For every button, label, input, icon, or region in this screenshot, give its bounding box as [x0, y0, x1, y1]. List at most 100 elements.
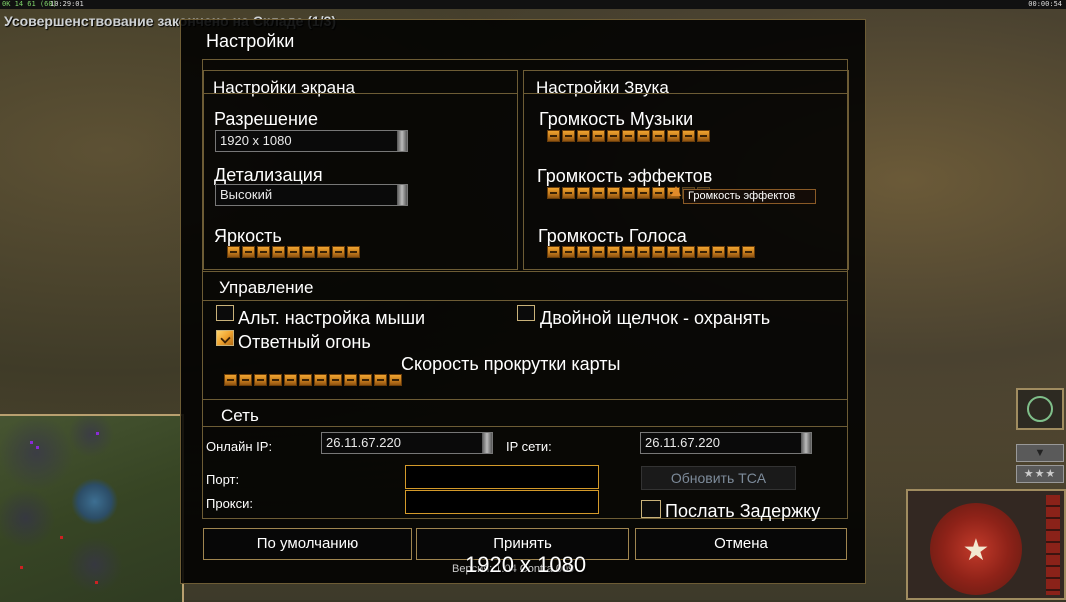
port-input[interactable]: [405, 465, 599, 489]
slider-segment[interactable]: [317, 246, 330, 258]
slider-segment[interactable]: [547, 130, 560, 142]
cursor-icon: [671, 186, 681, 196]
slider-segment[interactable]: [332, 246, 345, 258]
slider-segment[interactable]: [742, 246, 755, 258]
slider-segment[interactable]: [637, 130, 650, 142]
divider: [203, 399, 847, 400]
slider-segment[interactable]: [592, 246, 605, 258]
send-delay-label: Послать Задержку: [665, 501, 821, 521]
slider-segment[interactable]: [712, 246, 725, 258]
detail-dropdown[interactable]: Высокий: [215, 184, 408, 206]
send-delay-checkbox[interactable]: [641, 500, 661, 518]
return-fire-label: Ответный огонь: [238, 332, 371, 352]
slider-segment[interactable]: [562, 130, 575, 142]
slider-segment[interactable]: [239, 374, 252, 386]
minimap[interactable]: [0, 414, 184, 602]
divider: [524, 93, 848, 94]
slider-segment[interactable]: [682, 246, 695, 258]
slider-segment[interactable]: [667, 246, 680, 258]
slider-segment[interactable]: [577, 187, 590, 199]
slider-segment[interactable]: [314, 374, 327, 386]
screen-settings-section: Настройки экрана Разрешение 1920 x 1080 …: [203, 70, 518, 270]
slider-segment[interactable]: [637, 187, 650, 199]
slider-segment[interactable]: [652, 130, 665, 142]
slider-segment[interactable]: [562, 246, 575, 258]
slider-segment[interactable]: [344, 374, 357, 386]
cancel-button[interactable]: Отмена: [635, 528, 847, 560]
dialog-title: Настройки: [206, 31, 295, 51]
slider-segment[interactable]: [682, 130, 695, 142]
slider-segment[interactable]: [562, 187, 575, 199]
slider-segment[interactable]: [254, 374, 267, 386]
lan-ip-dropdown[interactable]: 26.11.67.220: [640, 432, 812, 454]
resolution-dropdown[interactable]: 1920 x 1080: [215, 130, 408, 152]
alt-mouse-checkbox[interactable]: [216, 305, 234, 321]
fps-counter: 0K 14 61 (60): [2, 0, 57, 8]
slider-segment[interactable]: [592, 130, 605, 142]
slider-segment[interactable]: [359, 374, 372, 386]
brightness-label: Яркость: [214, 226, 282, 246]
dropdown-scroll-icon[interactable]: [801, 433, 811, 453]
return-fire-checkbox[interactable]: [216, 330, 234, 346]
settings-content: Настройки экрана Разрешение 1920 x 1080 …: [202, 59, 849, 521]
slider-segment[interactable]: [547, 246, 560, 258]
voice-volume-slider[interactable]: [547, 246, 755, 260]
slider-segment[interactable]: [697, 246, 710, 258]
slider-segment[interactable]: [577, 246, 590, 258]
slider-segment[interactable]: [347, 246, 360, 258]
slider-segment[interactable]: [227, 246, 240, 258]
divider: [203, 426, 847, 427]
slider-segment[interactable]: [622, 130, 635, 142]
game-timer: 00:00:54: [1028, 0, 1062, 8]
slider-segment[interactable]: [697, 130, 710, 142]
slider-segment[interactable]: [607, 187, 620, 199]
slider-segment[interactable]: [637, 246, 650, 258]
slider-segment[interactable]: [652, 187, 665, 199]
collapse-button[interactable]: ▼: [1016, 444, 1064, 462]
slider-segment[interactable]: [622, 187, 635, 199]
slider-segment[interactable]: [242, 246, 255, 258]
slider-segment[interactable]: [577, 130, 590, 142]
dropdown-scroll-icon[interactable]: [482, 433, 492, 453]
slider-segment[interactable]: [592, 187, 605, 199]
slider-segment[interactable]: [284, 374, 297, 386]
defaults-button[interactable]: По умолчанию: [203, 528, 412, 560]
minimap-unit: [95, 581, 98, 584]
slider-segment[interactable]: [389, 374, 402, 386]
slider-segment[interactable]: [667, 130, 680, 142]
online-ip-dropdown[interactable]: 26.11.67.220: [321, 432, 493, 454]
controls-title: Управление: [219, 278, 314, 297]
resolution-value: 1920 x 1080: [220, 133, 292, 148]
radar-button[interactable]: [1016, 388, 1064, 430]
faction-emblem: ★: [930, 503, 1022, 595]
proxy-input[interactable]: [405, 490, 599, 514]
slider-segment[interactable]: [224, 374, 237, 386]
radar-icon: [1027, 396, 1053, 422]
slider-segment[interactable]: [374, 374, 387, 386]
slider-segment[interactable]: [272, 246, 285, 258]
update-tca-button[interactable]: Обновить TCA: [641, 466, 796, 490]
slider-segment[interactable]: [652, 246, 665, 258]
slider-segment[interactable]: [622, 246, 635, 258]
slider-segment[interactable]: [287, 246, 300, 258]
dropdown-scroll-icon[interactable]: [397, 185, 407, 205]
slider-segment[interactable]: [299, 374, 312, 386]
slider-segment[interactable]: [257, 246, 270, 258]
slider-segment[interactable]: [329, 374, 342, 386]
divider: [203, 300, 847, 301]
dropdown-scroll-icon[interactable]: [397, 131, 407, 151]
slider-segment[interactable]: [607, 246, 620, 258]
music-volume-label: Громкость Музыки: [539, 109, 694, 129]
slider-segment[interactable]: [302, 246, 315, 258]
slider-segment[interactable]: [607, 130, 620, 142]
general-promotion-button[interactable]: ★★★: [1016, 465, 1064, 483]
slider-segment[interactable]: [269, 374, 282, 386]
minimap-unit: [96, 432, 99, 435]
slider-segment[interactable]: [547, 187, 560, 199]
double-click-checkbox[interactable]: [517, 305, 535, 321]
slider-segment[interactable]: [727, 246, 740, 258]
music-volume-slider[interactable]: [547, 130, 710, 144]
scroll-speed-slider[interactable]: [224, 374, 402, 388]
minimap-unit: [60, 536, 63, 539]
brightness-slider[interactable]: [227, 246, 360, 260]
